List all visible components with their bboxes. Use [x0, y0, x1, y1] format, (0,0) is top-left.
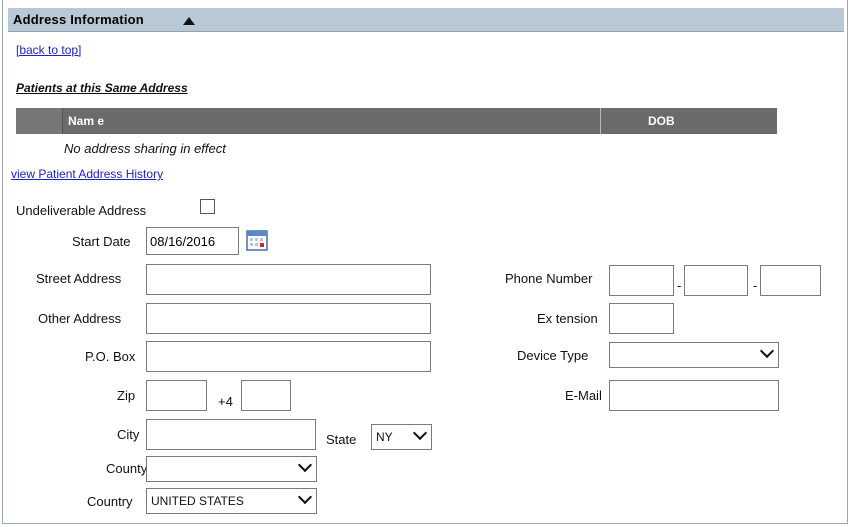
phone-number-label: Phone Number: [505, 271, 593, 286]
calendar-icon[interactable]: [246, 229, 268, 251]
extension-label: Ex tension: [537, 311, 598, 326]
phone-dash: -: [677, 278, 682, 293]
county-label: County: [106, 461, 148, 476]
address-history-link[interactable]: view Patient Address History: [11, 167, 163, 181]
start-date-input[interactable]: [146, 227, 239, 255]
phone-area-code-input[interactable]: [609, 265, 674, 296]
country-value: UNITED STATES: [151, 494, 244, 508]
device-type-label: Device Type: [517, 348, 589, 363]
patients-section-title: Patients at this Same Address: [16, 81, 188, 95]
chevron-down-icon: [297, 489, 313, 505]
chevron-down-icon: [412, 425, 428, 441]
city-label: City: [117, 427, 140, 442]
other-address-input[interactable]: [146, 303, 431, 334]
country-select[interactable]: UNITED STATES: [146, 488, 317, 514]
device-type-select[interactable]: [609, 342, 779, 368]
phone-dash: -: [753, 278, 758, 293]
chevron-down-icon: [759, 343, 775, 359]
country-label: Country: [87, 494, 133, 509]
undeliverable-checkbox[interactable]: [200, 199, 215, 214]
back-to-top-link[interactable]: [back to top]: [16, 43, 81, 57]
state-label: State: [326, 432, 357, 447]
zip-input[interactable]: [146, 380, 207, 411]
state-select[interactable]: NY: [371, 424, 432, 450]
extension-input[interactable]: [609, 303, 674, 334]
column-divider: [600, 108, 601, 134]
plus4-label: +4: [218, 394, 233, 409]
phone-line-input[interactable]: [760, 265, 821, 296]
column-name-header[interactable]: Nam e: [68, 108, 104, 134]
empty-grid-message: No address sharing in effect: [64, 141, 226, 156]
patients-grid-header: Nam e DOB: [16, 108, 777, 134]
column-dob-header[interactable]: DOB: [648, 108, 675, 134]
email-label: E-Mail: [565, 388, 602, 403]
undeliverable-label: Undeliverable Address: [16, 203, 147, 218]
chevron-down-icon: [297, 457, 313, 473]
state-value: NY: [376, 430, 393, 444]
start-date-label: Start Date: [72, 234, 131, 249]
zip-label: Zip: [117, 388, 136, 403]
phone-prefix-input[interactable]: [684, 265, 748, 296]
po-box-input[interactable]: [146, 341, 431, 372]
section-header[interactable]: Address Information: [8, 8, 844, 32]
email-input[interactable]: [609, 380, 779, 411]
city-input[interactable]: [146, 419, 316, 450]
po-box-label: P.O. Box: [85, 349, 136, 364]
row-selector-column: [16, 108, 63, 134]
collapse-triangle-icon[interactable]: [183, 17, 195, 25]
section-title: Address Information: [13, 12, 144, 27]
other-address-label: Other Address: [38, 311, 122, 326]
street-address-label: Street Address: [36, 271, 122, 286]
plus4-input[interactable]: [241, 380, 291, 411]
street-address-input[interactable]: [146, 264, 431, 295]
county-select[interactable]: [146, 456, 317, 482]
